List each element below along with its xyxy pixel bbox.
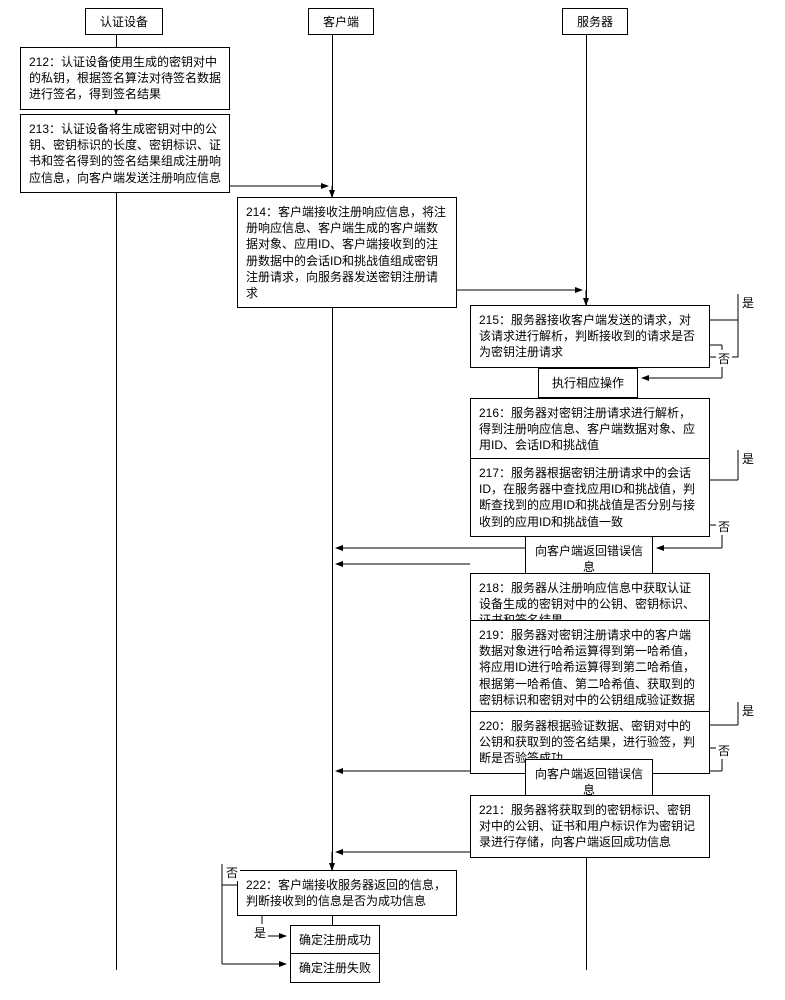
- step-212: 212：认证设备使用生成的密钥对中的私钥，根据签名算法对待签名数据进行签名，得到…: [20, 47, 230, 110]
- lane-client: 客户端: [308, 8, 374, 35]
- label-yes-217: 是: [740, 450, 756, 467]
- step-217: 217：服务器根据密钥注册请求中的会话ID，在服务器中查找应用ID和挑战值，判断…: [470, 458, 710, 537]
- step-reg-fail: 确定注册失败: [290, 953, 380, 983]
- step-215: 215：服务器接收客户端发送的请求，对该请求进行解析，判断接收到的请求是否为密钥…: [470, 305, 710, 368]
- step-reg-ok: 确定注册成功: [290, 925, 380, 955]
- label-no-217: 否: [716, 518, 732, 535]
- label-yes-220: 是: [740, 702, 756, 719]
- label-yes-222: 是: [252, 924, 268, 941]
- label-no-222: 否: [224, 864, 240, 881]
- step-221: 221：服务器将获取到的密钥标识、密钥对中的公钥、证书和用户标识作为密钥记录进行…: [470, 795, 710, 858]
- step-exec-op: 执行相应操作: [538, 368, 638, 398]
- lifeline-client: [332, 32, 333, 970]
- step-222: 222：客户端接收服务器返回的信息，判断接收到的信息是否为成功信息: [237, 870, 457, 916]
- step-213: 213：认证设备将生成密钥对中的公钥、密钥标识的长度、密钥标识、证书和签名得到的…: [20, 114, 230, 193]
- lane-auth-device: 认证设备: [85, 8, 163, 35]
- label-no-215: 否: [716, 350, 732, 367]
- step-219: 219：服务器对密钥注册请求中的客户端数据对象进行哈希运算得到第一哈希值，将应用…: [470, 620, 710, 715]
- step-216: 216：服务器对密钥注册请求进行解析，得到注册响应信息、客户端数据对象、应用ID…: [470, 398, 710, 461]
- label-no-220: 否: [716, 742, 732, 759]
- label-yes-215: 是: [740, 294, 756, 311]
- step-214: 214：客户端接收注册响应信息，将注册响应信息、客户端生成的客户端数据对象、应用…: [237, 197, 457, 308]
- lane-server: 服务器: [562, 8, 628, 35]
